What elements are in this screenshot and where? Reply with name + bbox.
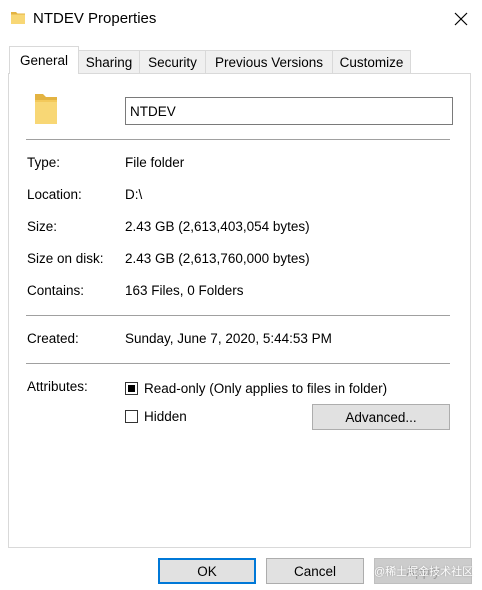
size-on-disk-label: Size on disk: <box>27 251 104 266</box>
readonly-checkbox[interactable] <box>125 382 138 395</box>
location-value: D:\ <box>125 187 143 202</box>
folder-name-field[interactable] <box>125 97 453 125</box>
location-label: Location: <box>27 187 82 202</box>
divider <box>26 363 450 364</box>
readonly-label[interactable]: Read-only (Only applies to files in fold… <box>144 381 387 396</box>
hidden-checkbox[interactable] <box>125 410 138 423</box>
contains-value: 163 Files, 0 Folders <box>125 283 244 298</box>
general-tab-panel <box>8 73 471 548</box>
tab-sharing[interactable]: Sharing <box>78 50 140 73</box>
size-label: Size: <box>27 219 58 234</box>
folder-icon <box>11 12 25 24</box>
type-label: Type: <box>27 155 61 170</box>
size-on-disk-value: 2.43 GB (2,613,760,000 bytes) <box>125 251 310 266</box>
ok-button[interactable]: OK <box>158 558 256 584</box>
window-title: NTDEV Properties <box>33 10 157 27</box>
contains-label: Contains: <box>27 283 85 298</box>
divider <box>26 315 450 316</box>
hidden-label[interactable]: Hidden <box>144 409 187 424</box>
close-icon <box>454 12 468 26</box>
tab-previous-versions[interactable]: Previous Versions <box>205 50 333 73</box>
created-value: Sunday, June 7, 2020, 5:44:53 PM <box>125 331 332 346</box>
attributes-label: Attributes: <box>27 379 88 394</box>
folder-icon <box>35 94 57 124</box>
size-value: 2.43 GB (2,613,403,054 bytes) <box>125 219 310 234</box>
cancel-button[interactable]: Cancel <box>266 558 364 584</box>
tab-general[interactable]: General <box>9 46 79 74</box>
watermark: @稀土掘金技术社区 <box>374 566 474 578</box>
created-label: Created: <box>27 331 79 346</box>
advanced-button[interactable]: Advanced... <box>312 404 450 430</box>
type-value: File folder <box>125 155 185 170</box>
tab-security[interactable]: Security <box>139 50 206 73</box>
close-button[interactable] <box>446 4 476 34</box>
tab-customize[interactable]: Customize <box>332 50 411 73</box>
divider <box>26 139 450 140</box>
